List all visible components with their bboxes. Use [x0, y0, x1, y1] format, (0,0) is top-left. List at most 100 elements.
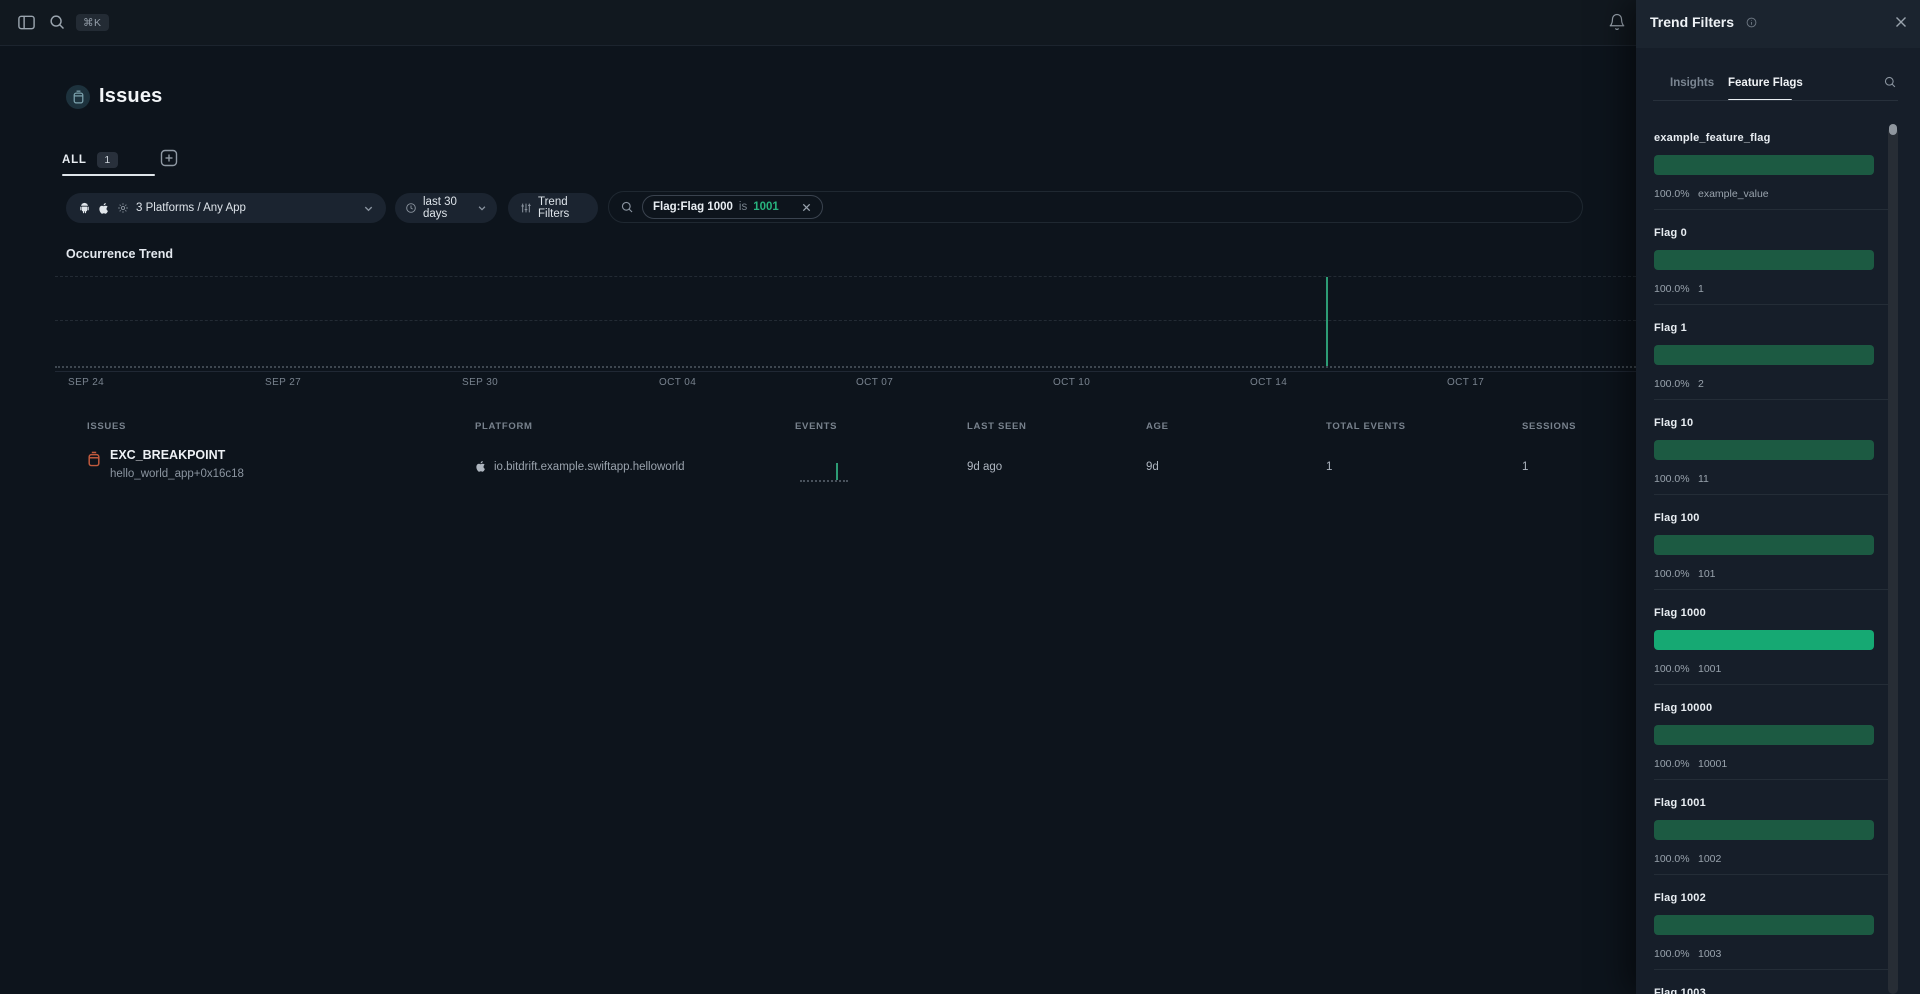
panel-header: Trend Filters: [1636, 0, 1920, 48]
issue-cell[interactable]: EXC_BREAKPOINT hello_world_app+0x16c18: [87, 448, 475, 482]
flag-list-item[interactable]: Flag 1001 100.0% 1002: [1636, 792, 1906, 887]
col-header-age: AGE: [1146, 421, 1326, 432]
flag-list-item[interactable]: Flag 0 100.0% 1: [1636, 222, 1906, 317]
x-axis-label: OCT 14: [1250, 377, 1287, 388]
flag-value: example_value: [1698, 188, 1769, 200]
gear-platform-icon: [117, 202, 129, 214]
panel-scrollbar-thumb[interactable]: [1889, 124, 1897, 135]
flag-bar[interactable]: [1654, 725, 1874, 745]
panel-scrollbar-track[interactable]: [1888, 127, 1898, 994]
date-range-dropdown[interactable]: last 30 days: [395, 193, 497, 223]
panel-tabs: Insights Feature Flags: [1636, 60, 1920, 101]
notifications-bell-icon[interactable]: [1608, 13, 1626, 31]
active-tab-underline: [62, 174, 155, 176]
platform-bundle-id: io.bitdrift.example.swiftapp.helloworld: [494, 461, 684, 473]
issues-search-input[interactable]: Flag:Flag 1000 is 1001: [608, 191, 1583, 223]
flag-list-item[interactable]: Flag 1003: [1636, 982, 1906, 994]
info-icon[interactable]: [1746, 17, 1757, 28]
flag-divider: [1654, 399, 1888, 400]
flag-divider: [1654, 209, 1888, 210]
flag-divider: [1654, 969, 1888, 970]
flag-value: 2: [1698, 378, 1704, 390]
sessions-cell: 1: [1522, 448, 1622, 482]
flag-bar[interactable]: [1654, 915, 1874, 935]
col-header-events: EVENTS: [795, 421, 967, 432]
sliders-icon: [520, 202, 532, 214]
tab-feature-flags[interactable]: Feature Flags: [1728, 77, 1803, 89]
flag-name: Flag 1002: [1654, 892, 1906, 905]
panel-search-icon[interactable]: [1883, 75, 1897, 89]
clock-icon: [405, 202, 417, 214]
flag-divider: [1654, 874, 1888, 875]
flag-stats: 100.0% 1: [1654, 283, 1906, 295]
issue-jar-icon: [87, 451, 101, 482]
flag-name: Flag 100: [1654, 512, 1906, 525]
flag-list-item[interactable]: Flag 1002 100.0% 1003: [1636, 887, 1906, 982]
flag-list-item[interactable]: Flag 1000 100.0% 1001: [1636, 602, 1906, 697]
close-icon[interactable]: [1894, 15, 1908, 29]
flag-name: Flag 1000: [1654, 607, 1906, 620]
total-events-cell: 1: [1326, 448, 1522, 482]
col-header-total-events: TOTAL EVENTS: [1326, 421, 1522, 432]
flag-name: example_feature_flag: [1654, 132, 1906, 145]
flag-stats: 100.0% 1001: [1654, 663, 1906, 675]
search-icon[interactable]: [48, 13, 66, 31]
flag-percent: 100.0%: [1654, 378, 1690, 390]
flag-bar[interactable]: [1654, 535, 1874, 555]
flag-stats: 100.0% 1002: [1654, 853, 1906, 865]
tab-all[interactable]: ALL 1: [62, 146, 118, 174]
panel-title: Trend Filters: [1650, 14, 1734, 30]
x-axis-label: OCT 10: [1053, 377, 1090, 388]
flag-percent: 100.0%: [1654, 758, 1690, 770]
flag-list-item[interactable]: Flag 100 100.0% 101: [1636, 507, 1906, 602]
flag-bar[interactable]: [1654, 250, 1874, 270]
flag-stats: 100.0% 11: [1654, 473, 1906, 485]
flag-bar[interactable]: [1654, 820, 1874, 840]
chart-baseline-dotted: [55, 366, 1636, 368]
flag-name: Flag 0: [1654, 227, 1906, 240]
col-header-sessions: SESSIONS: [1522, 421, 1622, 432]
chip-close-icon[interactable]: [801, 202, 812, 213]
flag-divider: [1654, 779, 1888, 780]
flag-bar[interactable]: [1654, 630, 1874, 650]
last-seen-cell: 9d ago: [967, 448, 1146, 482]
tab-all-count-badge: 1: [97, 152, 118, 168]
sidebar-toggle-icon[interactable]: [17, 13, 36, 32]
flag-value: 1: [1698, 283, 1704, 295]
flag-percent: 100.0%: [1654, 473, 1690, 485]
issue-title: EXC_BREAKPOINT: [110, 448, 244, 462]
age-cell: 9d: [1146, 448, 1326, 482]
flag-stats: 100.0% 101: [1654, 568, 1906, 580]
tab-insights[interactable]: Insights: [1670, 77, 1714, 89]
chart-title: Occurrence Trend: [66, 247, 173, 261]
flag-name: Flag 1003: [1654, 987, 1906, 994]
search-shortcut-badge[interactable]: ⌘K: [76, 14, 109, 31]
flag-list-item[interactable]: Flag 1 100.0% 2: [1636, 317, 1906, 412]
trend-filters-label: Trend Filters: [538, 196, 586, 220]
table-row[interactable]: EXC_BREAKPOINT hello_world_app+0x16c18 i…: [87, 448, 1622, 482]
col-header-last-seen: LAST SEEN: [967, 421, 1146, 432]
x-axis-label: SEP 30: [462, 377, 498, 388]
x-axis-label: SEP 24: [68, 377, 104, 388]
flag-list-item[interactable]: Flag 10000 100.0% 10001: [1636, 697, 1906, 792]
flag-divider: [1654, 494, 1888, 495]
flag-list-item[interactable]: example_feature_flag 100.0% example_valu…: [1636, 127, 1906, 222]
platform-cell: io.bitdrift.example.swiftapp.helloworld: [475, 448, 795, 482]
add-tab-button[interactable]: [160, 149, 178, 167]
flag-value: 1002: [1698, 853, 1721, 865]
chart-occurrence-spike: [1326, 277, 1328, 366]
platforms-filter-dropdown[interactable]: 3 Platforms / Any App: [66, 193, 386, 223]
apple-icon: [98, 202, 110, 215]
flag-bar[interactable]: [1654, 345, 1874, 365]
x-axis: SEP 24SEP 27SEP 30OCT 04OCT 07OCT 10OCT …: [0, 377, 1636, 393]
flag-list-item[interactable]: Flag 10 100.0% 11: [1636, 412, 1906, 507]
flag-list: example_feature_flag 100.0% example_valu…: [1636, 101, 1906, 994]
flag-stats: 100.0% 2: [1654, 378, 1906, 390]
trend-filters-button[interactable]: Trend Filters: [508, 193, 598, 223]
tab-all-label: ALL: [62, 154, 87, 166]
flag-bar[interactable]: [1654, 155, 1874, 175]
search-filter-chip[interactable]: Flag:Flag 1000 is 1001: [642, 195, 823, 219]
apple-icon: [475, 460, 487, 473]
flag-bar[interactable]: [1654, 440, 1874, 460]
flag-percent: 100.0%: [1654, 568, 1690, 580]
